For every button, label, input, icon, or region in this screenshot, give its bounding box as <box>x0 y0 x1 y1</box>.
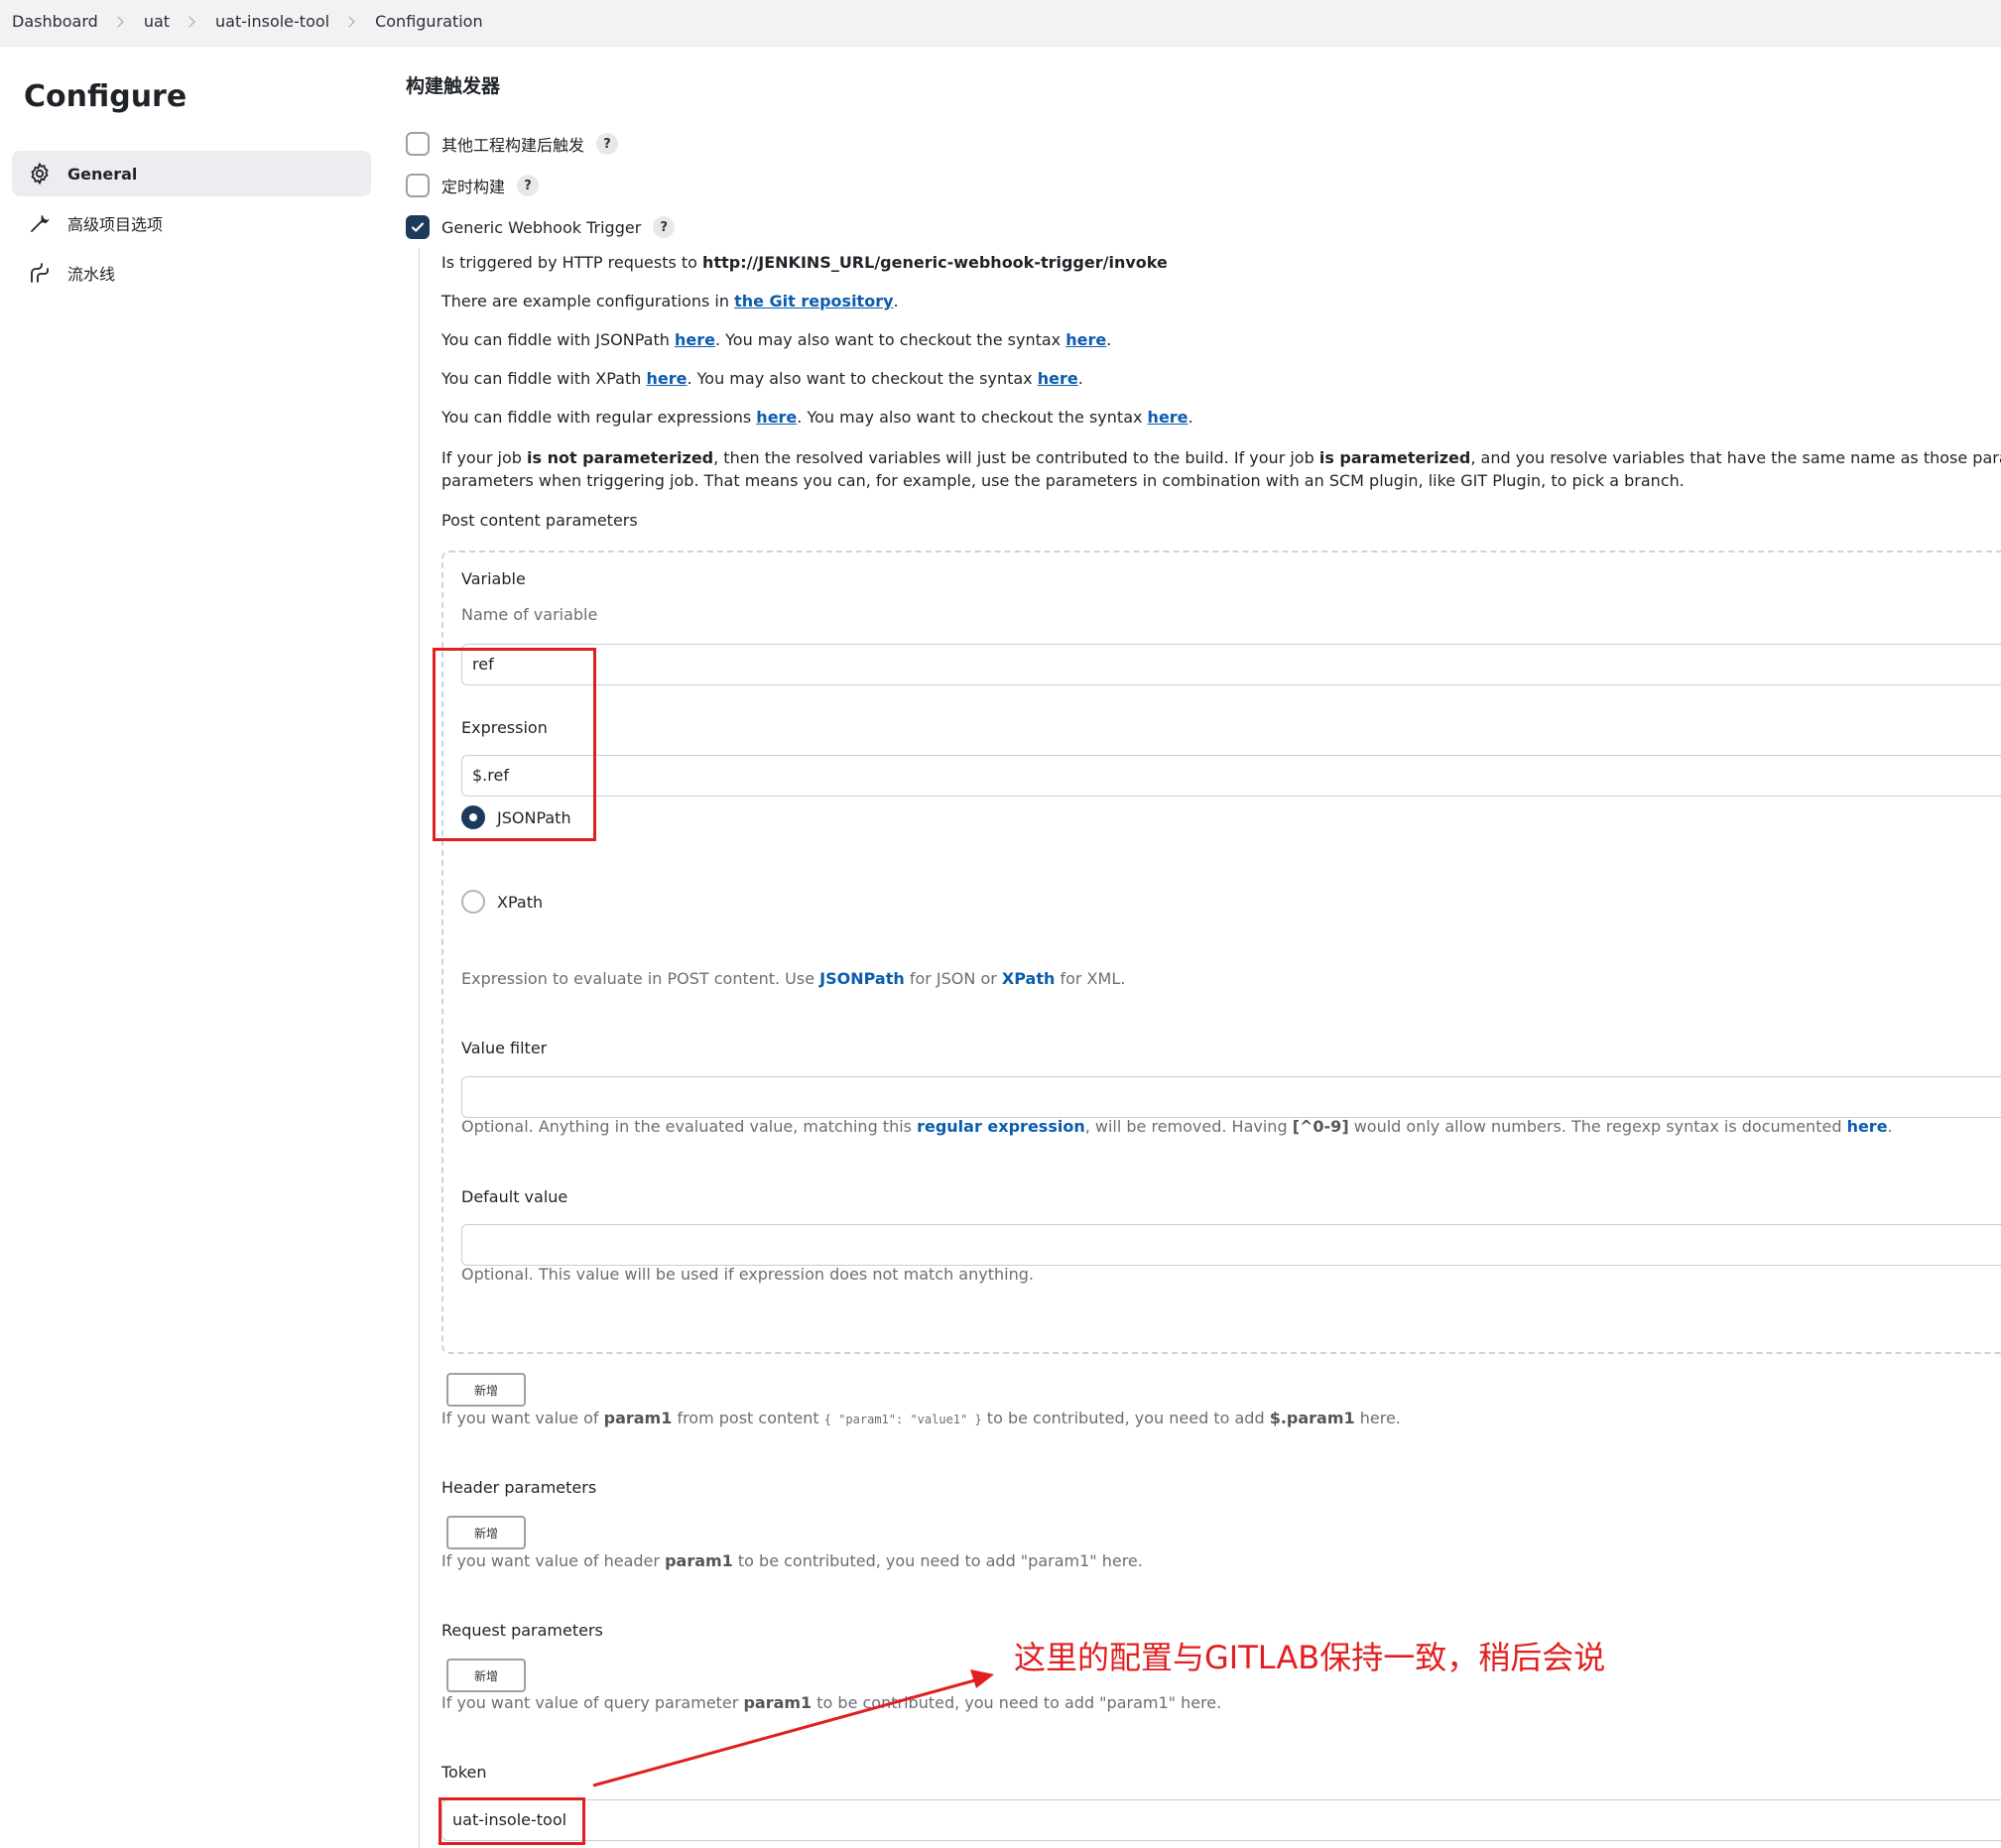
header-param-hint: If you want value of header param1 to be… <box>441 1551 1143 1570</box>
breadcrumb-job[interactable]: uat-insole-tool <box>215 12 329 31</box>
jsonpath-fiddle-link[interactable]: here <box>675 330 715 349</box>
request-params-label: Request parameters <box>441 1621 603 1640</box>
trigger-label: 其他工程构建后触发 <box>441 136 585 155</box>
triggered-description: Is triggered by HTTP requests to http://… <box>441 253 1168 272</box>
regexp-syntax-link[interactable]: here <box>1847 1117 1888 1136</box>
highlight-box-variable-expression <box>433 648 596 841</box>
top-bar: Dashboard uat uat-insole-tool Configurat… <box>0 0 2001 47</box>
jsonpath-link[interactable]: JSONPath <box>819 969 905 988</box>
token-label: Token <box>441 1763 487 1782</box>
trigger-label: Generic Webhook Trigger <box>441 217 642 237</box>
wrench-icon <box>28 211 52 235</box>
help-icon[interactable]: ? <box>517 175 540 196</box>
add-header-param-button[interactable]: 新增 <box>446 1516 526 1549</box>
trigger-row-generic-webhook: Generic Webhook Trigger ? <box>406 215 676 239</box>
xpath-description: You can fiddle with XPath here. You may … <box>441 369 1083 388</box>
radio-xpath[interactable]: XPath <box>461 890 543 914</box>
regular-expression-link[interactable]: regular expression <box>917 1117 1085 1136</box>
value-filter-input[interactable] <box>461 1076 2001 1118</box>
invoke-url: http://JENKINS_URL/generic-webhook-trigg… <box>702 253 1168 272</box>
xpath-link[interactable]: XPath <box>1002 969 1055 988</box>
section-title: 构建触发器 <box>406 75 501 97</box>
sidebar-item-advanced[interactable]: 高级项目选项 <box>12 200 371 246</box>
section-indent-line <box>419 248 420 1848</box>
check-icon <box>411 222 425 232</box>
radio-label: XPath <box>497 892 544 912</box>
header-params-label: Header parameters <box>441 1478 597 1497</box>
checkbox-upstream[interactable] <box>406 132 430 156</box>
help-icon[interactable]: ? <box>653 216 676 238</box>
sidebar-item-label: 高级项目选项 <box>67 215 164 234</box>
default-value-input[interactable] <box>461 1224 2001 1266</box>
breadcrumb-dashboard[interactable]: Dashboard <box>12 12 98 31</box>
chevron-right-icon <box>343 15 355 28</box>
sidebar-item-label: 流水线 <box>67 265 116 284</box>
breadcrumb-configuration[interactable]: Configuration <box>375 12 483 31</box>
jsonpath-description: You can fiddle with JSONPath here. You m… <box>441 330 1112 349</box>
page-title: Configure <box>24 79 188 114</box>
xpath-fiddle-link[interactable]: here <box>646 369 687 388</box>
variable-hint: Name of variable <box>461 605 598 624</box>
jsonpath-syntax-link[interactable]: here <box>1065 330 1106 349</box>
pipeline-icon <box>28 261 52 285</box>
default-value-hint: Optional. This value will be used if exp… <box>461 1265 1034 1284</box>
checkbox-timer[interactable] <box>406 174 430 197</box>
add-post-param-button[interactable]: 新增 <box>446 1373 526 1407</box>
token-input[interactable]: uat-insole-tool <box>441 1799 2001 1841</box>
add-request-param-button[interactable]: 新增 <box>446 1659 526 1692</box>
trigger-row-timer: 定时构建 ? <box>406 174 540 197</box>
example-description: There are example configurations in the … <box>441 292 899 310</box>
breadcrumb-uat[interactable]: uat <box>144 12 170 31</box>
post-content-label: Post content parameters <box>441 511 638 530</box>
git-repository-link[interactable]: the Git repository <box>734 292 893 310</box>
checkbox-generic-webhook[interactable] <box>406 215 430 239</box>
request-param-hint: If you want value of query parameter par… <box>441 1693 1222 1712</box>
expression-input[interactable]: $.ref <box>461 755 2001 797</box>
variable-label: Variable <box>461 569 526 588</box>
xpath-syntax-link[interactable]: here <box>1038 369 1078 388</box>
regex-syntax-link[interactable]: here <box>1148 408 1188 427</box>
gear-icon <box>28 162 52 185</box>
trigger-label: 定时构建 <box>441 178 506 196</box>
regex-fiddle-link[interactable]: here <box>756 408 797 427</box>
highlight-box-token <box>438 1797 585 1845</box>
radio-dot[interactable] <box>461 890 485 914</box>
help-icon[interactable]: ? <box>596 133 619 155</box>
trigger-row-upstream: 其他工程构建后触发 ? <box>406 132 619 156</box>
breadcrumb: Dashboard uat uat-insole-tool Configurat… <box>12 12 483 31</box>
annotation-text: 这里的配置与GITLAB保持一致，稍后会说 <box>1014 1639 1606 1676</box>
parameterized-description: If your job is not parameterized, then t… <box>441 448 2001 490</box>
variable-input[interactable]: ref <box>461 644 2001 685</box>
post-param-hint: If you want value of param1 from post co… <box>441 1409 1401 1427</box>
expression-hint: Expression to evaluate in POST content. … <box>461 969 1126 988</box>
chevron-right-icon <box>112 15 124 28</box>
value-filter-label: Value filter <box>461 1039 548 1057</box>
sidebar-item-general[interactable]: General <box>12 151 371 196</box>
chevron-right-icon <box>184 15 195 28</box>
default-value-label: Default value <box>461 1187 568 1206</box>
value-filter-hint: Optional. Anything in the evaluated valu… <box>461 1117 1893 1136</box>
sidebar-item-pipeline[interactable]: 流水线 <box>12 250 371 296</box>
regex-description: You can fiddle with regular expressions … <box>441 408 1193 427</box>
sidebar-item-label: General <box>67 164 138 184</box>
